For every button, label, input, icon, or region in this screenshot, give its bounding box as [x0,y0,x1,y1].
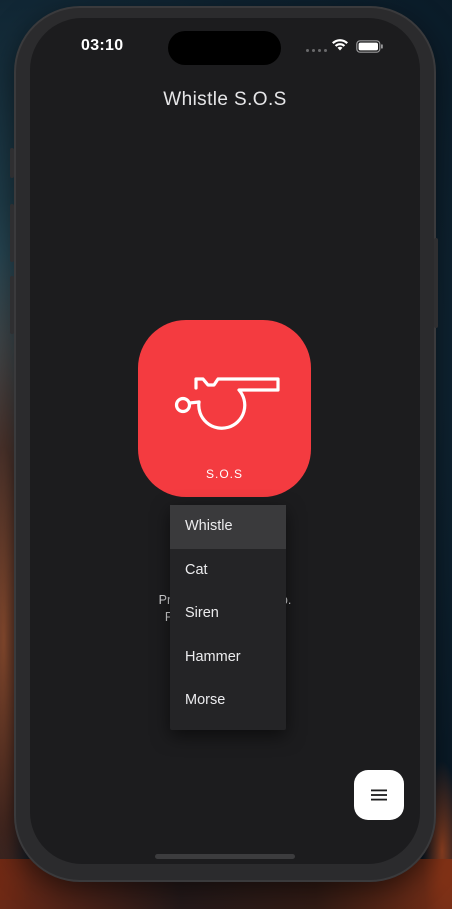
menu-item-hammer[interactable]: Hammer [170,636,286,680]
cellular-dots-icon [306,49,327,52]
menu-fab-button[interactable] [354,770,404,820]
battery-icon [356,40,383,53]
side-button-power [434,238,438,328]
side-button-volume-up [10,204,14,262]
sos-button[interactable]: S.O.S [138,320,311,497]
dynamic-island [168,31,281,65]
home-indicator[interactable] [155,854,295,859]
status-time: 03:10 [81,37,124,54]
hamburger-menu-icon [371,789,387,801]
whistle-icon [174,377,280,430]
sos-label: S.O.S [205,467,243,481]
wifi-icon [332,39,348,51]
sound-dropdown-menu: Whistle Cat Siren Hammer Morse [170,505,286,730]
menu-item-siren[interactable]: Siren [170,592,286,636]
app-title: Whistle S.O.S [163,89,287,110]
menu-item-cat[interactable]: Cat [170,549,286,593]
side-button-volume-down [10,276,14,334]
side-button-action [10,148,14,178]
menu-item-whistle[interactable]: Whistle [170,505,286,549]
menu-item-morse[interactable]: Morse [170,679,286,723]
app-screen: 03:10 Whistle S.O.S S.O.S Pres elp. Pr [30,18,420,864]
